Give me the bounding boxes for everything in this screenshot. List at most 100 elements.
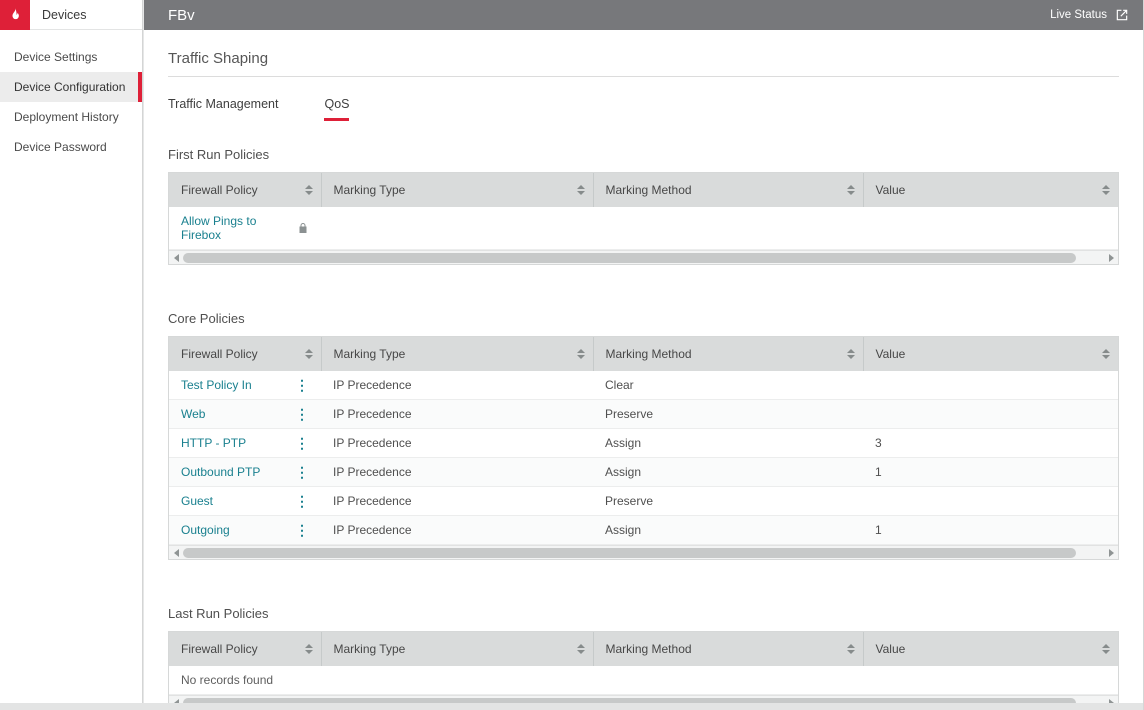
sort-icon[interactable] (1102, 644, 1110, 654)
brand-logo[interactable] (0, 0, 30, 30)
tab-qos[interactable]: QoS (324, 97, 349, 121)
table-cell: IP Precedence (321, 371, 593, 400)
page-bottom-strip (0, 703, 1143, 710)
column-header[interactable]: Value (863, 173, 1118, 207)
column-header-label: Marking Type (334, 183, 406, 197)
row-menu-icon-wrap[interactable]: ⋮ (295, 524, 309, 536)
sort-icon[interactable] (1102, 349, 1110, 359)
device-title: FBv (168, 7, 195, 24)
column-header-label: Marking Method (606, 183, 692, 197)
last-run-policies-table: Firewall Policy Marking TypeMarking Metho… (168, 631, 1119, 710)
sort-icon[interactable] (577, 349, 585, 359)
row-menu-icon-wrap[interactable]: ⋮ (295, 495, 309, 507)
column-header[interactable]: Firewall Policy (169, 173, 321, 207)
sidebar-item-device-settings[interactable]: Device Settings (0, 42, 142, 72)
column-header[interactable]: Marking Method (593, 632, 863, 666)
table-row: Allow Pings to Firebox (169, 207, 1118, 250)
row-menu-icon[interactable]: ⋮ (295, 379, 309, 391)
column-header-label: Marking Type (334, 347, 406, 361)
tab-traffic-management[interactable]: Traffic Management (168, 97, 278, 121)
sort-icon[interactable] (305, 185, 313, 195)
policy-link[interactable]: Web (181, 407, 205, 421)
column-header[interactable]: Marking Type (321, 337, 593, 371)
column-header[interactable]: Firewall Policy (169, 337, 321, 371)
table-cell: 3 (863, 429, 1118, 458)
first-run-policies-table: Firewall Policy Marking Type Marking Metho… (168, 172, 1119, 265)
sort-icon[interactable] (305, 644, 313, 654)
external-link-icon (1115, 8, 1129, 22)
column-header[interactable]: Marking Type (321, 632, 593, 666)
policy-link[interactable]: Outgoing (181, 523, 230, 537)
sidebar-item-device-password[interactable]: Device Password (0, 132, 142, 162)
page-title: Traffic Shaping (168, 50, 1119, 77)
row-menu-icon[interactable]: ⋮ (295, 524, 309, 536)
scroll-thumb[interactable] (183, 253, 1076, 263)
lock-icon (297, 222, 309, 234)
main-panel: FBv Live Status Traffic Shaping Traffic … (144, 0, 1143, 703)
column-header[interactable]: Firewall Policy (169, 632, 321, 666)
table-cell: Preserve (593, 487, 863, 516)
row-menu-icon[interactable]: ⋮ (295, 495, 309, 507)
table-row: Test Policy In⋮IP PrecedenceClear (169, 371, 1118, 400)
row-menu-icon[interactable]: ⋮ (295, 466, 309, 478)
scroll-track[interactable] (183, 548, 1104, 558)
empty-row: No records found (169, 666, 1118, 695)
horizontal-scrollbar[interactable] (169, 250, 1118, 264)
sort-icon[interactable] (577, 644, 585, 654)
row-menu-icon[interactable]: ⋮ (295, 437, 309, 449)
row-menu-icon[interactable]: ⋮ (295, 408, 309, 420)
table-row: Outbound PTP⋮IP PrecedenceAssign1 (169, 458, 1118, 487)
scroll-track[interactable] (183, 253, 1104, 263)
policy-link[interactable]: Guest (181, 494, 213, 508)
policy-link[interactable]: Test Policy In (181, 378, 252, 392)
table-row: Outgoing ⋮ IP PrecedenceAssign1 (169, 516, 1118, 545)
column-header[interactable]: Marking Method (593, 337, 863, 371)
row-menu-icon-wrap[interactable]: ⋮ (295, 408, 309, 420)
table-cell: IP Precedence (321, 458, 593, 487)
scroll-right-arrow[interactable] (1104, 251, 1118, 264)
live-status-button[interactable]: Live Status (1050, 8, 1129, 22)
scroll-right-arrow[interactable] (1104, 546, 1118, 559)
sort-icon[interactable] (577, 185, 585, 195)
sidebar: Devices Device Settings Device Configura… (0, 0, 143, 703)
table-cell: IP Precedence (321, 516, 593, 545)
column-header[interactable]: Marking Type (321, 173, 593, 207)
top-header-bar: FBv Live Status (144, 0, 1143, 30)
scroll-thumb[interactable] (183, 548, 1076, 558)
policy-link[interactable]: HTTP - PTP (181, 436, 246, 450)
column-header[interactable]: Value (863, 632, 1118, 666)
table-cell: Assign (593, 516, 863, 545)
row-menu-icon-wrap[interactable]: ⋮ (295, 437, 309, 449)
table-cell (863, 487, 1118, 516)
policy-link[interactable]: Outbound PTP (181, 465, 260, 479)
scroll-left-arrow[interactable] (169, 546, 183, 559)
row-menu-icon-wrap[interactable]: ⋮ (295, 466, 309, 478)
core-policies-table: Firewall Policy Marking Type Marking Metho… (168, 336, 1119, 560)
column-header-label: Firewall Policy (181, 642, 258, 656)
flame-icon (7, 7, 23, 23)
table-cell: 1 (863, 516, 1118, 545)
app-window: Devices Device Settings Device Configura… (0, 0, 1144, 710)
sort-icon[interactable] (847, 644, 855, 654)
scroll-left-arrow[interactable] (169, 251, 183, 264)
column-header[interactable]: Value (863, 337, 1118, 371)
sidebar-item-deployment-history[interactable]: Deployment History (0, 102, 142, 132)
table-cell: Assign (593, 429, 863, 458)
sidebar-menu: Device Settings Device Configuration Dep… (0, 30, 142, 162)
core-policies-title: Core Policies (168, 311, 1119, 326)
sort-icon[interactable] (847, 185, 855, 195)
column-header-label: Value (876, 347, 906, 361)
horizontal-scrollbar[interactable] (169, 545, 1118, 559)
sort-icon[interactable] (847, 349, 855, 359)
sidebar-item-device-configuration[interactable]: Device Configuration (0, 72, 142, 102)
live-status-label: Live Status (1050, 9, 1107, 21)
sort-icon[interactable] (305, 349, 313, 359)
content-area: Traffic Shaping Traffic Management QoS F… (144, 30, 1143, 710)
policy-link[interactable]: Allow Pings to Firebox (181, 214, 291, 242)
row-menu-icon-wrap[interactable]: ⋮ (295, 379, 309, 391)
last-run-policies-title: Last Run Policies (168, 606, 1119, 621)
sort-icon[interactable] (1102, 185, 1110, 195)
table-cell (863, 400, 1118, 429)
column-header-label: Value (876, 183, 906, 197)
column-header[interactable]: Marking Method (593, 173, 863, 207)
